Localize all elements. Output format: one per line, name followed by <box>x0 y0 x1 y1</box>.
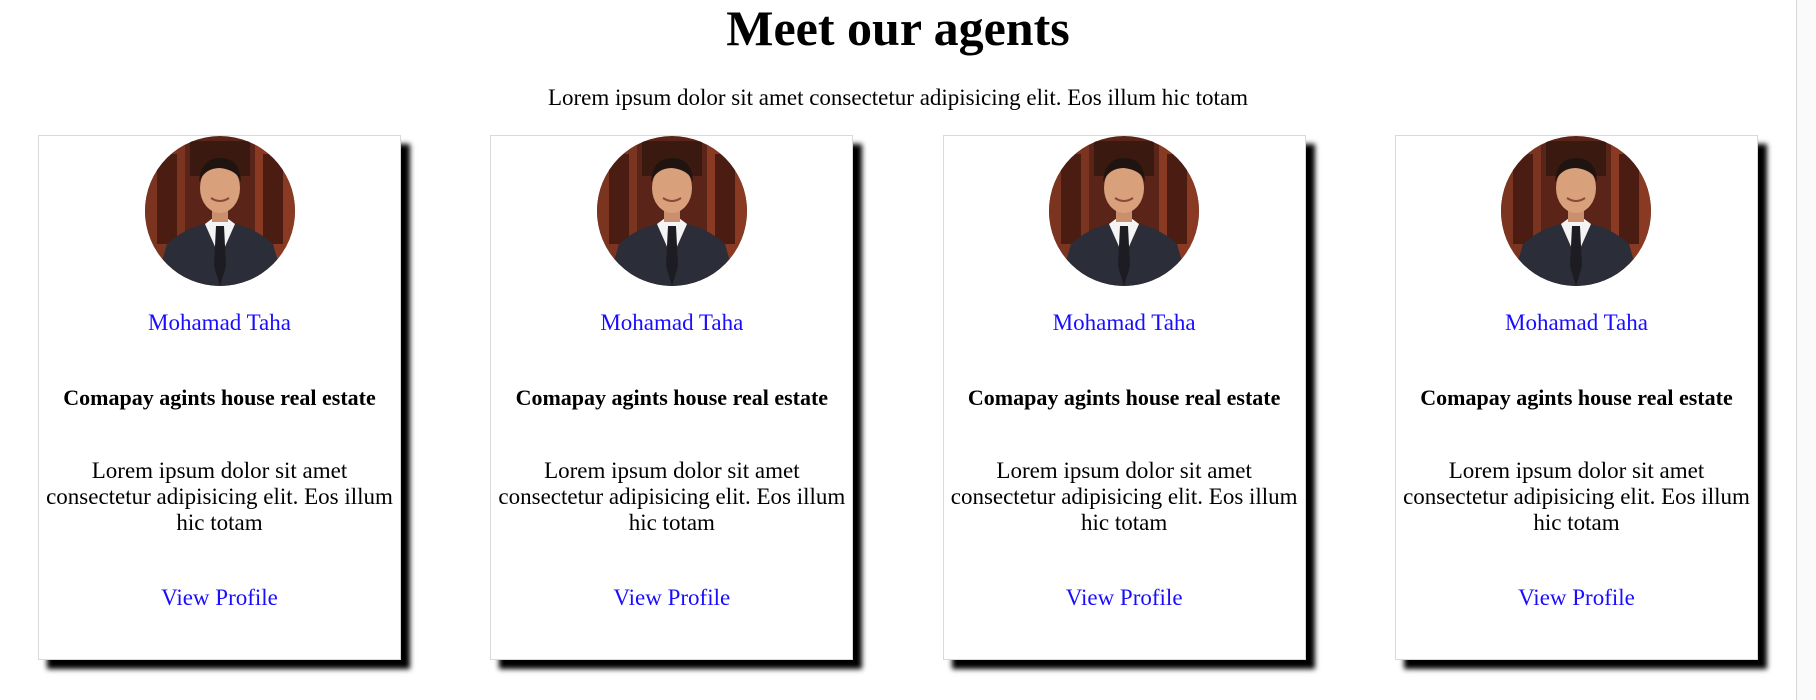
agent-card: Mohamad Taha Comapay agints house real e… <box>1394 135 1758 660</box>
agent-photo <box>1501 136 1652 286</box>
page-subtitle: Lorem ipsum dolor sit amet consectetur a… <box>547 85 1249 110</box>
view-profile-link[interactable]: View Profile <box>39 583 400 613</box>
vertical-scrollbar[interactable] <box>1796 0 1816 700</box>
agent-bio: Lorem ipsum dolor sit amet consectetur a… <box>46 458 393 535</box>
agent-company: Comapay agints house real estate <box>515 385 829 410</box>
agent-card: Mohamad Taha Comapay agints house real e… <box>38 135 401 660</box>
agent-name-link[interactable]: Mohamad Taha <box>944 308 1305 338</box>
agent-company: Comapay agints house real estate <box>967 385 1281 410</box>
agent-bio: Lorem ipsum dolor sit amet consectetur a… <box>1403 458 1750 535</box>
agent-card: Mohamad Taha Comapay agints house real e… <box>942 135 1306 660</box>
page-title: Meet our agents <box>726 0 1070 56</box>
agent-bio: Lorem ipsum dolor sit amet consectetur a… <box>950 458 1298 535</box>
agent-bio: Lorem ipsum dolor sit amet consectetur a… <box>498 458 846 535</box>
agent-name-link[interactable]: Mohamad Taha <box>39 308 400 338</box>
agent-company: Comapay agints house real estate <box>1420 385 1733 410</box>
agent-name-link[interactable]: Mohamad Taha <box>1396 308 1757 338</box>
view-profile-link[interactable]: View Profile <box>944 583 1305 613</box>
page: Meet our agents Lorem ipsum dolor sit am… <box>0 0 1816 700</box>
view-profile-link[interactable]: View Profile <box>491 583 852 613</box>
agent-name-link[interactable]: Mohamad Taha <box>491 308 852 338</box>
agent-cards: Mohamad Taha Comapay agints house real e… <box>38 135 1758 660</box>
agent-company: Comapay agints house real estate <box>63 385 376 410</box>
view-profile-link[interactable]: View Profile <box>1396 583 1757 613</box>
agent-photo <box>596 136 747 286</box>
agent-photo <box>144 136 295 286</box>
agent-card: Mohamad Taha Comapay agints house real e… <box>490 135 854 660</box>
agent-photo <box>1049 136 1200 286</box>
